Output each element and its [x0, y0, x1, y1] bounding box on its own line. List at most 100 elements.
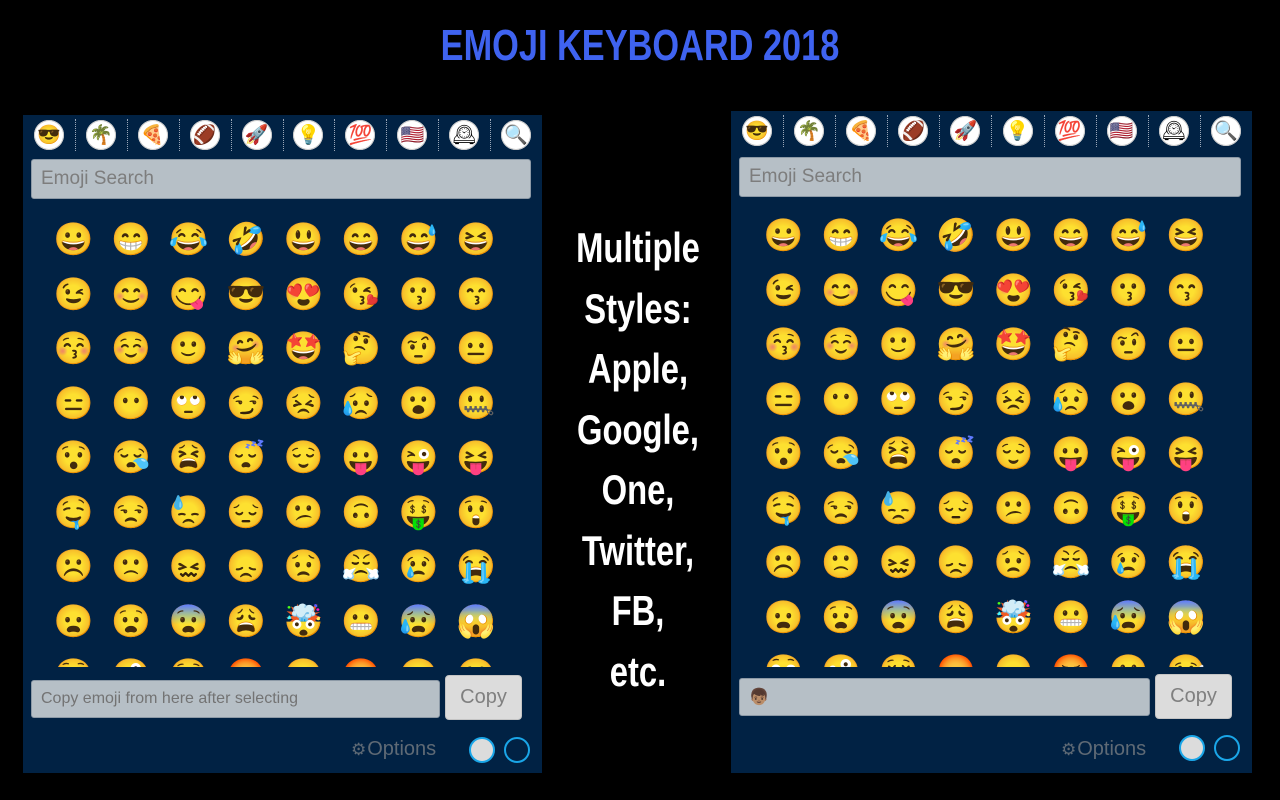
- emoji-key[interactable]: 😕: [985, 478, 1043, 533]
- emoji-key[interactable]: 😅: [1100, 205, 1158, 260]
- emoji-key[interactable]: 🤔: [1043, 314, 1101, 369]
- emoji-key[interactable]: 😱: [448, 591, 506, 646]
- category-tab-travel[interactable]: 🚀: [230, 115, 283, 155]
- emoji-key[interactable]: 😁: [813, 205, 871, 260]
- emoji-key[interactable]: 🤣: [928, 205, 986, 260]
- emoji-key[interactable]: 😬: [333, 591, 391, 646]
- emoji-grid[interactable]: 😀 😁 😂 🤣 😃 😄 😅 😆 😉 😊 😋 😎 😍 😘 😗 😙 😚 ☺️ 🙂 🤗 🤩 🤔 🤨 😐 😑 😶 🙄 😏 😣 😥 😮 🤐 😯 😪 😫 😴 😌 😛 😜…: [755, 205, 1235, 667]
- emoji-key[interactable]: 😒: [813, 478, 871, 533]
- emoji-key[interactable]: 😊: [813, 260, 871, 315]
- emoji-key[interactable]: 😖: [870, 532, 928, 587]
- emoji-key[interactable]: 🤣: [218, 209, 276, 264]
- emoji-key[interactable]: 😷: [1100, 641, 1158, 667]
- emoji-key[interactable]: 🙄: [870, 369, 928, 424]
- emoji-key[interactable]: 😩: [218, 591, 276, 646]
- emoji-key[interactable]: 😟: [985, 532, 1043, 587]
- emoji-key[interactable]: 😳: [755, 641, 813, 667]
- emoji-key[interactable]: 😡: [928, 641, 986, 667]
- emoji-key[interactable]: 😔: [928, 478, 986, 533]
- emoji-key[interactable]: 😞: [218, 536, 276, 591]
- emoji-key[interactable]: 😚: [755, 314, 813, 369]
- emoji-key[interactable]: 😉: [755, 260, 813, 315]
- emoji-key[interactable]: 😬: [1043, 587, 1101, 642]
- emoji-key[interactable]: 😣: [985, 369, 1043, 424]
- emoji-key[interactable]: 😎: [218, 264, 276, 319]
- emoji-key[interactable]: 🙃: [333, 482, 391, 537]
- category-tab-objects[interactable]: 💡: [991, 111, 1043, 151]
- emoji-key[interactable]: 😅: [390, 209, 448, 264]
- emoji-key[interactable]: ☹️: [45, 536, 103, 591]
- category-tab-symbols[interactable]: 💯: [1043, 111, 1096, 151]
- emoji-key[interactable]: 🤑: [390, 482, 448, 537]
- emoji-key[interactable]: 😒: [103, 482, 161, 537]
- emoji-key[interactable]: 🤬: [333, 645, 391, 667]
- emoji-key[interactable]: 😊: [103, 264, 161, 319]
- emoji-key[interactable]: 😷: [390, 645, 448, 667]
- emoji-grid[interactable]: 😀 😁 😂 🤣 😃 😄 😅 😆 😉 😊 😋 😎 😍 😘 😗 😙 😚 ☺️ 🙂 🤗 🤩 🤔 🤨 😐 😑 😶 🙄 😏 😣 😥 😮 🤐 😯 😪 😫 😴 😌 😛 😜…: [45, 209, 525, 667]
- dark-theme-toggle[interactable]: [1214, 735, 1240, 761]
- emoji-key[interactable]: 😜: [390, 427, 448, 482]
- emoji-key[interactable]: 🤔: [333, 318, 391, 373]
- emoji-key[interactable]: 😆: [448, 209, 506, 264]
- emoji-key[interactable]: 😩: [928, 587, 986, 642]
- emoji-key[interactable]: 😱: [1158, 587, 1216, 642]
- emoji-key[interactable]: 🤩: [275, 318, 333, 373]
- emoji-key[interactable]: 🤤: [755, 478, 813, 533]
- emoji-key[interactable]: 😝: [1158, 423, 1216, 478]
- emoji-key[interactable]: 🤪: [813, 641, 871, 667]
- emoji-key[interactable]: 😔: [218, 482, 276, 537]
- category-tab-food[interactable]: 🍕: [126, 115, 179, 155]
- emoji-key[interactable]: 😮: [390, 373, 448, 428]
- emoji-key[interactable]: 😐: [448, 318, 506, 373]
- emoji-key[interactable]: 😄: [1043, 205, 1101, 260]
- emoji-key[interactable]: 😘: [1043, 260, 1101, 315]
- emoji-key[interactable]: 😋: [160, 264, 218, 319]
- category-tab-food[interactable]: 🍕: [835, 111, 887, 151]
- emoji-key[interactable]: 🤨: [390, 318, 448, 373]
- emoji-key[interactable]: 😢: [390, 536, 448, 591]
- emoji-key[interactable]: 😡: [218, 645, 276, 667]
- emoji-key[interactable]: 🤐: [1158, 369, 1216, 424]
- emoji-key[interactable]: 🤗: [928, 314, 986, 369]
- emoji-key[interactable]: 😐: [1158, 314, 1216, 369]
- emoji-key[interactable]: 😫: [160, 427, 218, 482]
- emoji-key[interactable]: 🤨: [1100, 314, 1158, 369]
- emoji-key[interactable]: 😕: [275, 482, 333, 537]
- emoji-key[interactable]: 🤯: [275, 591, 333, 646]
- emoji-key[interactable]: 🤒: [448, 645, 506, 667]
- category-tab-activity[interactable]: 🏈: [178, 115, 231, 155]
- emoji-key[interactable]: 😧: [103, 591, 161, 646]
- category-tab-flags[interactable]: 🇺🇸: [1095, 111, 1148, 151]
- category-tab-nature[interactable]: 🌴: [783, 111, 835, 151]
- emoji-key[interactable]: 😎: [928, 260, 986, 315]
- emoji-key[interactable]: 😰: [390, 591, 448, 646]
- emoji-key[interactable]: 🤒: [1158, 641, 1216, 667]
- emoji-key[interactable]: 😚: [45, 318, 103, 373]
- emoji-key[interactable]: 😮: [1100, 369, 1158, 424]
- emoji-key[interactable]: 😄: [333, 209, 391, 264]
- emoji-key[interactable]: 😀: [755, 205, 813, 260]
- emoji-key[interactable]: 😠: [275, 645, 333, 667]
- copy-button[interactable]: Copy: [1155, 674, 1232, 719]
- emoji-key[interactable]: 😃: [275, 209, 333, 264]
- emoji-key[interactable]: 😙: [448, 264, 506, 319]
- category-tab-search[interactable]: 🔍: [1199, 111, 1252, 151]
- emoji-key[interactable]: 😪: [813, 423, 871, 478]
- emoji-key[interactable]: ☹️: [755, 532, 813, 587]
- category-tab-flags[interactable]: 🇺🇸: [386, 115, 438, 155]
- emoji-key[interactable]: 🤐: [448, 373, 506, 428]
- emoji-key[interactable]: 😥: [333, 373, 391, 428]
- category-tab-smileys[interactable]: 😎: [731, 111, 783, 151]
- emoji-key[interactable]: 😭: [448, 536, 506, 591]
- emoji-key[interactable]: 😤: [333, 536, 391, 591]
- emoji-key[interactable]: 😨: [160, 591, 218, 646]
- emoji-key[interactable]: 😴: [218, 427, 276, 482]
- emoji-key[interactable]: 😥: [1043, 369, 1101, 424]
- emoji-key[interactable]: 😝: [448, 427, 506, 482]
- emoji-key[interactable]: 😦: [45, 591, 103, 646]
- emoji-key[interactable]: 😘: [333, 264, 391, 319]
- emoji-key[interactable]: 😞: [928, 532, 986, 587]
- emoji-key[interactable]: 😖: [160, 536, 218, 591]
- category-tab-activity[interactable]: 🏈: [887, 111, 939, 151]
- emoji-key[interactable]: 😣: [275, 373, 333, 428]
